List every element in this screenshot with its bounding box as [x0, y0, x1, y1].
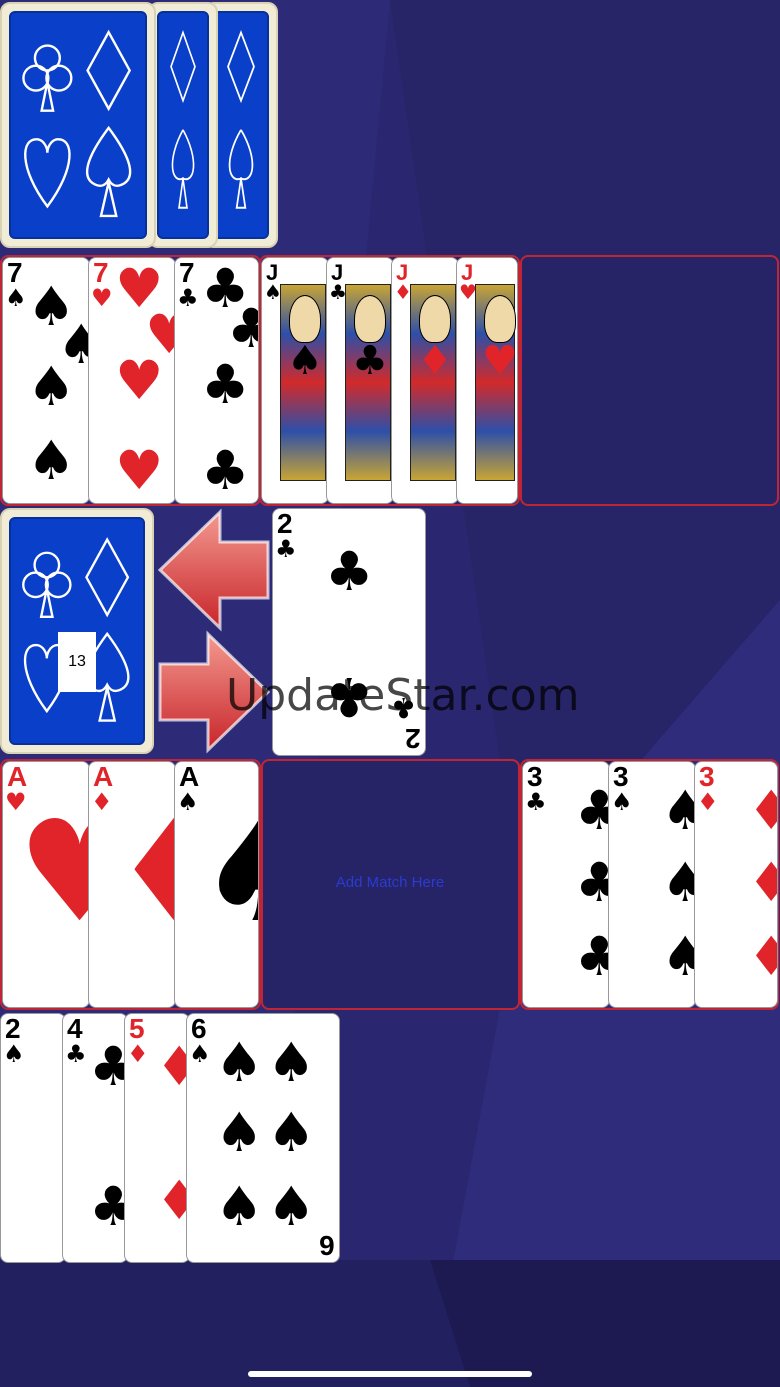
card-rank-bottom: 2: [405, 723, 421, 754]
spade-pip-icon: ♠: [215, 1101, 264, 1164]
hand-card[interactable]: 2 ♠: [0, 1013, 66, 1263]
club-pip-icon: ♣: [575, 930, 609, 984]
stock-count-badge: 13: [58, 632, 96, 692]
club-pip-icon: ♣: [575, 856, 609, 910]
card-suit: ♣: [275, 535, 297, 563]
watermark-text: UpdateStar.com: [226, 670, 580, 721]
playing-card[interactable]: J ♦ ♦: [391, 257, 459, 504]
spade-pip-icon: ♠: [197, 798, 258, 948]
card-rank-bottom: 6: [319, 1230, 335, 1261]
spade-pip-icon: ♠: [661, 930, 695, 984]
diamond-pip-icon: ♦: [747, 856, 777, 910]
playing-card[interactable]: 7 ♥ ♥ ♥ ♥ ♥: [88, 257, 176, 504]
spade-pip-icon: ♠: [267, 1031, 316, 1094]
playing-card[interactable]: A ♦ ♦: [88, 761, 176, 1008]
playing-card[interactable]: A ♥ ♥: [2, 761, 90, 1008]
add-match-label: Add Match Here: [335, 874, 445, 891]
heart-pip-icon: ♥: [17, 798, 89, 948]
playing-card[interactable]: 3 ♣ ♣ ♣ ♣: [522, 761, 610, 1008]
jack-portrait: ♦: [410, 284, 456, 481]
playing-card[interactable]: J ♣ ♣: [326, 257, 394, 504]
jack-portrait: ♥: [475, 284, 517, 481]
club-pip-icon: ♣: [201, 353, 250, 416]
playing-card[interactable]: 7 ♣ ♣ ♣ ♣ ♣: [174, 257, 259, 504]
diamond-pip-icon: ♦: [111, 798, 175, 948]
playing-card[interactable]: 3 ♠ ♠ ♠ ♠: [608, 761, 696, 1008]
card-suit: ♠: [611, 788, 633, 816]
club-pip-icon: ♣: [575, 784, 609, 838]
hand-card[interactable]: 5 ♦ ♦ ♦: [124, 1013, 190, 1263]
arrow-left-icon[interactable]: [156, 508, 272, 632]
jack-portrait: ♣: [345, 284, 391, 481]
hand-card[interactable]: 4 ♣ ♣ ♣: [62, 1013, 128, 1263]
spade-pip-icon: ♠: [215, 1175, 264, 1238]
club-pip-icon: ♣: [227, 302, 258, 356]
card-suit: ♦: [127, 1040, 149, 1068]
card-suit: ♥: [91, 284, 113, 312]
jack-portrait: ♠: [280, 284, 326, 481]
card-suit: ♠: [3, 1040, 25, 1068]
home-indicator[interactable]: [248, 1371, 532, 1377]
card-suit: ♠: [189, 1040, 211, 1068]
card-back: [148, 2, 218, 248]
diamond-pip-icon: ♦: [155, 1040, 189, 1094]
empty-meld-slot[interactable]: [520, 255, 779, 506]
heart-pip-icon: ♥: [115, 439, 164, 502]
spade-pip-icon: ♠: [267, 1101, 316, 1164]
diamond-pip-icon: ♦: [747, 784, 777, 838]
playing-card[interactable]: 3 ♦ ♦ ♦ ♦: [694, 761, 778, 1008]
heart-pip-icon: ♥: [115, 349, 164, 412]
card-suit: ♣: [65, 1040, 87, 1068]
spade-pip-icon: ♠: [661, 784, 695, 838]
spade-pip-icon: ♠: [27, 355, 76, 418]
spade-pip-icon: ♠: [267, 1175, 316, 1238]
card-suit: ♣: [177, 284, 199, 312]
stock-pile[interactable]: [0, 2, 156, 248]
playing-card[interactable]: J ♥ ♥: [456, 257, 518, 504]
card-suit: ♠: [5, 284, 27, 312]
club-pip-icon: ♣: [201, 439, 250, 502]
spade-pip-icon: ♠: [215, 1031, 264, 1094]
card-suit: ♠: [177, 788, 199, 816]
club-pip-icon: ♣: [89, 1040, 127, 1094]
playing-card[interactable]: 7 ♠ ♠ ♠ ♠ ♠: [2, 257, 90, 504]
diamond-pip-icon: ♦: [155, 1174, 189, 1228]
playing-card[interactable]: J ♠ ♠: [261, 257, 329, 504]
spade-pip-icon: ♠: [661, 856, 695, 910]
card-suit: ♦: [697, 788, 719, 816]
spade-pip-icon: ♠: [27, 429, 76, 492]
draw-pile[interactable]: [0, 508, 154, 754]
card-suit: ♦: [91, 788, 113, 816]
club-pip-icon: ♣: [325, 540, 374, 603]
club-pip-icon: ♣: [89, 1180, 127, 1234]
playing-card[interactable]: A ♠ ♠: [174, 761, 259, 1008]
diamond-pip-icon: ♦: [747, 930, 777, 984]
card-suit: ♣: [525, 788, 547, 816]
hand-card[interactable]: 6 ♠ ♠ ♠ ♠ ♠ ♠ ♠ 6: [186, 1013, 340, 1263]
